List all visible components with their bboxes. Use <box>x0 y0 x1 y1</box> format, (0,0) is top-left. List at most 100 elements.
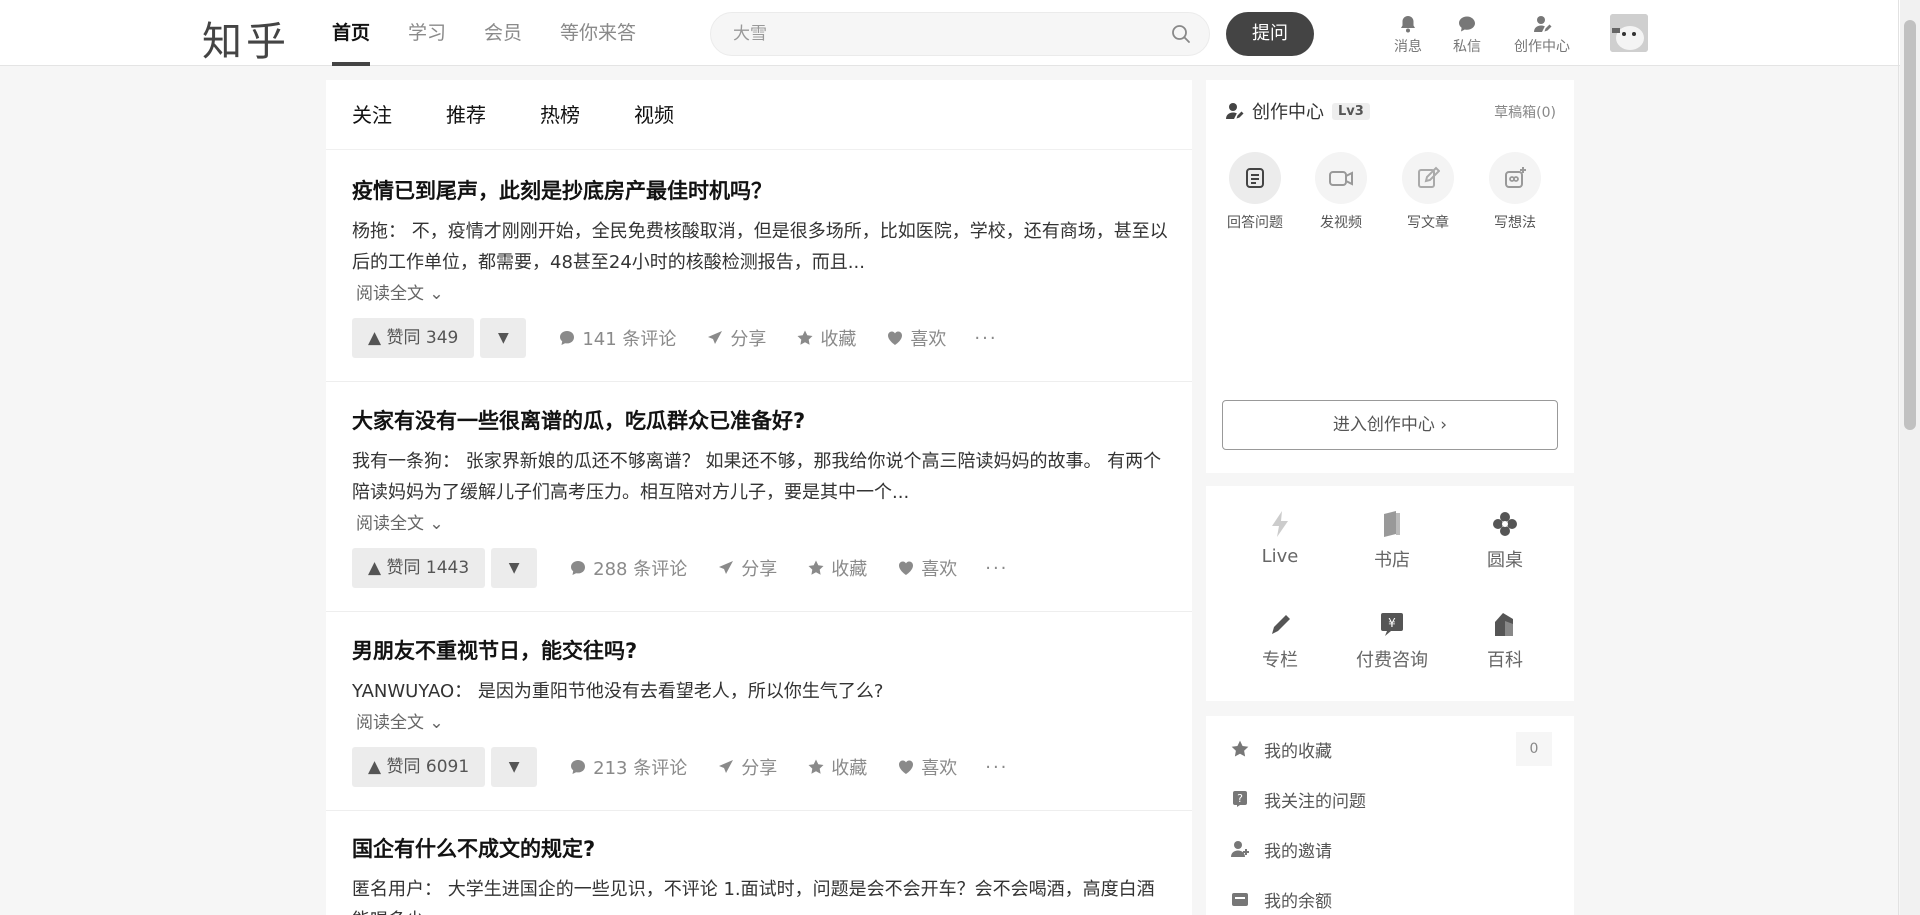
like-button[interactable]: 喜欢 <box>897 555 957 581</box>
upvote-button[interactable]: ▲ 赞同 6091 <box>352 747 486 787</box>
more-options-icon[interactable]: ··· <box>985 757 1008 778</box>
action-bar: ▲ 赞同 6091 ▼ 213 条评论 分享 收藏 喜欢 ··· <box>352 747 1166 787</box>
search-icon[interactable] <box>1171 24 1191 44</box>
downvote-button[interactable]: ▼ <box>491 548 538 588</box>
answer-excerpt[interactable]: YANWUYAO： 是因为重阳节他没有去看望老人，所以你生气了么? <box>352 676 1168 707</box>
tab-recommend[interactable]: 推荐 <box>446 80 486 149</box>
write-article-label: 写文章 <box>1407 215 1449 231</box>
feed-card: 疫情已到尾声，此刻是抄底房产最佳时机吗？ 杨拖： 不，疫情才刚刚开始，全民免费核… <box>326 176 1192 358</box>
main-feed: 关注 推荐 热榜 视频 疫情已到尾声，此刻是抄底房产最佳时机吗？ 杨拖： 不，疫… <box>326 80 1192 915</box>
favorite-button[interactable]: 收藏 <box>807 754 867 780</box>
creator-center-button[interactable]: 创作中心 <box>1510 14 1574 56</box>
answer-excerpt[interactable]: 杨拖： 不，疫情才刚刚开始，全民免费核酸取消，但是很多场所，比如医院，学校，还有… <box>352 216 1168 278</box>
nav-learn[interactable]: 学习 <box>408 0 446 66</box>
creator-title: 创作中心 <box>1252 102 1324 123</box>
my-balance-link[interactable]: 我的余额 <box>1230 884 1332 914</box>
like-button[interactable]: 喜欢 <box>886 325 946 351</box>
drafts-link[interactable]: 草稿箱(0) <box>1494 102 1556 122</box>
tab-hot-list[interactable]: 热榜 <box>540 80 580 149</box>
favorite-label: 收藏 <box>831 559 868 580</box>
post-video-tool[interactable]: 发视频 <box>1306 152 1376 232</box>
messages-button[interactable]: 消息 <box>1388 14 1428 56</box>
messages-label: 消息 <box>1394 39 1422 55</box>
nav-waiting-answers[interactable]: 等你来答 <box>560 0 636 66</box>
invite-user-icon <box>1231 841 1249 857</box>
followed-questions-link[interactable]: ? 我关注的问题 <box>1230 784 1366 814</box>
paid-consult-link[interactable]: ¥ 付费咨询 <box>1347 610 1437 672</box>
chat-bubble-icon <box>1459 16 1475 32</box>
encyclopedia-link[interactable]: 百科 <box>1460 610 1550 672</box>
share-button[interactable]: 分享 <box>717 754 777 780</box>
private-messages-button[interactable]: 私信 <box>1447 14 1487 56</box>
more-options-icon[interactable]: ··· <box>985 558 1008 579</box>
svg-text:¥: ¥ <box>1388 616 1396 630</box>
nav-membership[interactable]: 会员 <box>484 0 522 66</box>
live-link[interactable]: Live <box>1235 510 1325 567</box>
creator-header[interactable]: 创作中心 Lv3 <box>1224 98 1370 124</box>
share-button[interactable]: 分享 <box>706 325 766 351</box>
level-badge: Lv3 <box>1332 102 1370 120</box>
roundtable-link[interactable]: 圆桌 <box>1460 510 1550 572</box>
read-more-link[interactable]: 阅读全文 ⌄ <box>352 709 444 737</box>
search-input[interactable] <box>711 13 1151 55</box>
scrollbar-thumb[interactable] <box>1904 20 1916 430</box>
upvote-button[interactable]: ▲ 赞同 1443 <box>352 548 486 588</box>
downvote-button[interactable]: ▼ <box>480 318 527 358</box>
my-favorites-link[interactable]: 我的收藏 <box>1230 734 1332 764</box>
creator-panel: 创作中心 Lv3 草稿箱(0) 回答问题 发视频 写文章 写想法 进入创作中心 … <box>1206 80 1574 473</box>
tab-video[interactable]: 视频 <box>634 80 674 149</box>
top-header: 知乎 首页 学习 会员 等你来答 提问 消息 私信 创作中心 <box>0 0 1920 66</box>
answer-excerpt[interactable]: 匿名用户： 大学生进国企的一些见识，不评论 1.面试时，问题是会不会开车？会不会… <box>352 874 1168 915</box>
downvote-button[interactable]: ▼ <box>491 747 538 787</box>
page-scrollbar[interactable] <box>1900 0 1920 915</box>
column-label: 专栏 <box>1262 650 1298 671</box>
feed-card: 国企有什么不成文的规定? 匿名用户： 大学生进国企的一些见识，不评论 1.面试时… <box>326 834 1192 915</box>
comments-button[interactable]: 288 条评论 <box>569 555 687 581</box>
comments-label: 288 条评论 <box>593 559 688 580</box>
ask-question-button[interactable]: 提问 <box>1226 12 1314 56</box>
creator-user-icon <box>1226 103 1244 119</box>
user-avatar[interactable] <box>1610 14 1648 52</box>
column-link[interactable]: 专栏 <box>1235 610 1325 672</box>
share-label: 分享 <box>741 758 778 779</box>
enter-creator-center-button[interactable]: 进入创作中心 › <box>1222 400 1558 450</box>
write-article-tool[interactable]: 写文章 <box>1393 152 1463 232</box>
avatar-icon <box>1610 14 1648 52</box>
favorite-button[interactable]: 收藏 <box>807 555 867 581</box>
pen-icon <box>1272 615 1290 634</box>
like-button[interactable]: 喜欢 <box>897 754 957 780</box>
upvote-button[interactable]: ▲ 赞同 349 <box>352 318 475 358</box>
search-box <box>710 12 1210 56</box>
share-button[interactable]: 分享 <box>717 555 777 581</box>
comments-button[interactable]: 213 条评论 <box>569 754 687 780</box>
write-thought-tool[interactable]: 写想法 <box>1480 152 1550 232</box>
live-label: Live <box>1261 546 1299 567</box>
question-title[interactable]: 疫情已到尾声，此刻是抄底房产最佳时机吗？ <box>352 176 1166 206</box>
star-icon <box>797 330 813 345</box>
read-more-link[interactable]: 阅读全文 ⌄ <box>352 510 444 538</box>
answer-excerpt[interactable]: 我有一条狗： 张家界新娘的瓜还不够离谱？ 如果还不够，那我给你说个高三陪读妈妈的… <box>352 446 1168 508</box>
question-title[interactable]: 男朋友不重视节日，能交往吗? <box>352 636 1166 666</box>
share-icon <box>708 331 723 344</box>
tab-following[interactable]: 关注 <box>352 80 392 149</box>
answer-question-tool[interactable]: 回答问题 <box>1220 152 1290 232</box>
main-nav: 首页 学习 会员 等你来答 <box>332 0 674 66</box>
my-favorites-label: 我的收藏 <box>1264 741 1332 762</box>
comments-label: 141 条评论 <box>582 329 677 350</box>
share-label: 分享 <box>730 329 767 350</box>
bookstore-label: 书店 <box>1374 550 1410 571</box>
question-title[interactable]: 大家有没有一些很离谱的瓜，吃瓜群众已准备好? <box>352 406 1166 436</box>
my-invitations-link[interactable]: 我的邀请 <box>1230 834 1332 864</box>
nav-home[interactable]: 首页 <box>332 0 371 66</box>
zhihu-logo[interactable]: 知乎 <box>202 9 290 67</box>
favorite-button[interactable]: 收藏 <box>796 325 856 351</box>
read-more-link[interactable]: 阅读全文 ⌄ <box>352 280 444 308</box>
comments-button[interactable]: 141 条评论 <box>558 325 676 351</box>
question-title[interactable]: 国企有什么不成文的规定? <box>352 834 1166 864</box>
thought-add-icon <box>1505 167 1526 188</box>
more-options-icon[interactable]: ··· <box>974 328 997 349</box>
yuan-chat-icon: ¥ <box>1381 613 1403 636</box>
video-camera-icon <box>1329 171 1353 186</box>
bookstore-link[interactable]: 书店 <box>1347 510 1437 572</box>
svg-text:?: ? <box>1237 792 1243 805</box>
